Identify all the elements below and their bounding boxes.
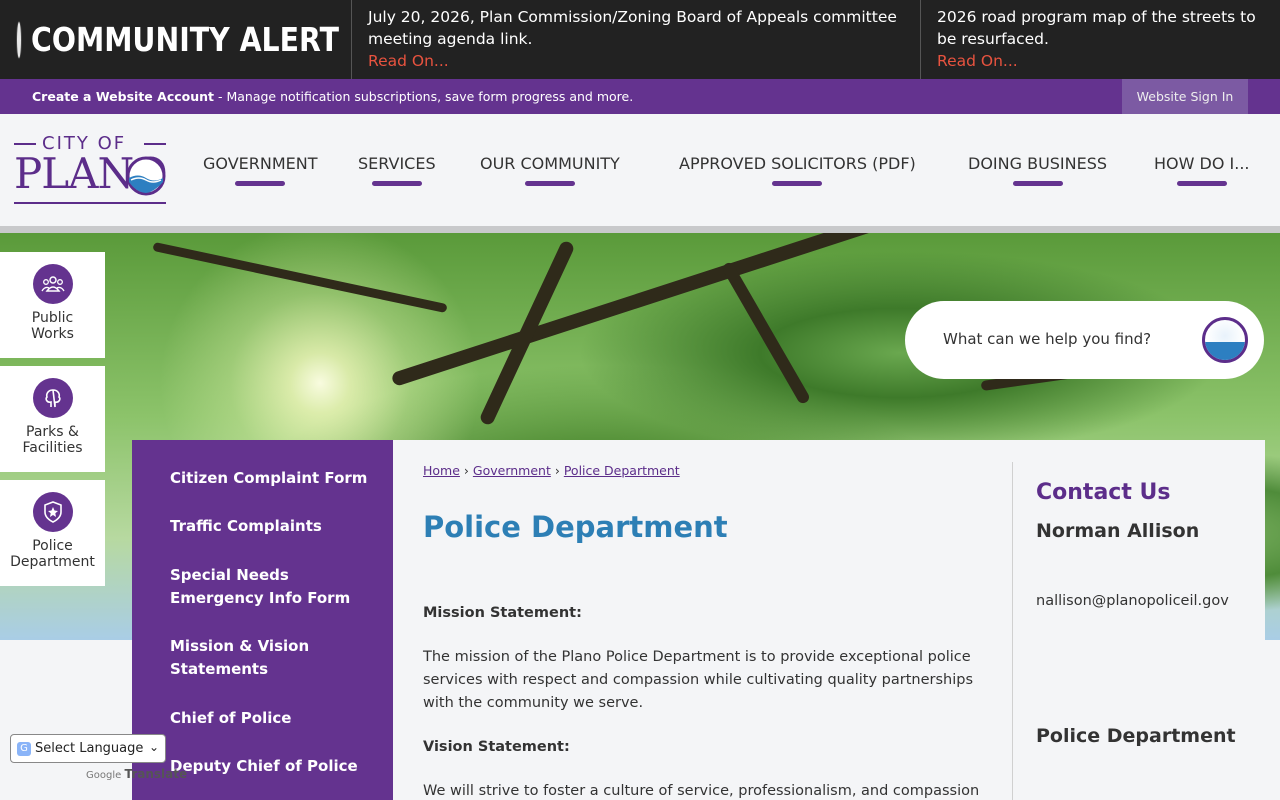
chevron-down-icon: ⌄ <box>148 740 159 754</box>
alert-light-icon <box>17 21 21 58</box>
nav-approved-solicitors[interactable]: APPROVED SOLICITORS (PDF) <box>679 154 916 186</box>
tree-branch <box>390 233 890 388</box>
alert-item-text: 2026 road program map of the streets to … <box>937 8 1256 48</box>
translate-link[interactable]: Translate <box>124 767 187 781</box>
header-divider <box>0 226 1280 233</box>
nav-label: SERVICES <box>358 154 436 173</box>
site-search: What can we help you find? <box>905 301 1264 379</box>
alert-item[interactable]: 2026 road program map of the streets to … <box>921 0 1280 79</box>
nav-services[interactable]: SERVICES <box>358 154 436 186</box>
account-description: - Manage notification subscriptions, sav… <box>214 89 634 104</box>
people-icon <box>32 264 73 304</box>
tree-branch <box>152 241 448 314</box>
badge-icon <box>32 492 73 532</box>
nav-government[interactable]: GOVERNMENT <box>203 154 318 186</box>
contact-name: Norman Allison <box>1036 520 1200 542</box>
quick-link-public-works[interactable]: Public Works <box>0 252 105 358</box>
breadcrumb: Home › Government › Police Department <box>423 463 680 478</box>
sidenav-item-traffic-complaints[interactable]: Traffic Complaints <box>170 515 322 538</box>
quick-link-parks-facilities[interactable]: Parks & Facilities <box>0 366 105 472</box>
logo-underline <box>14 202 166 204</box>
nav-label: APPROVED SOLICITORS (PDF) <box>679 154 916 173</box>
breadcrumb-government[interactable]: Government <box>473 463 551 478</box>
nav-underline <box>524 181 575 186</box>
alert-title-text: COMMUNITY ALERT <box>31 20 339 59</box>
logo-line <box>144 143 166 145</box>
read-on-link[interactable]: Read On... <box>368 50 904 72</box>
sidenav-item-citizen-complaint[interactable]: Citizen Complaint Form <box>170 467 367 490</box>
search-input[interactable]: What can we help you find? <box>943 330 1151 348</box>
nav-doing-business[interactable]: DOING BUSINESS <box>968 154 1107 186</box>
sidenav-item-chief-of-police[interactable]: Chief of Police <box>170 707 291 730</box>
nav-label: DOING BUSINESS <box>968 154 1108 173</box>
page-body: Mission Statement: The mission of the Pl… <box>423 602 983 800</box>
alert-title: COMMUNITY ALERT <box>0 0 352 79</box>
nav-label: HOW DO I... <box>1154 154 1250 173</box>
breadcrumb-home[interactable]: Home <box>423 463 460 478</box>
account-bar: Create a Website Account - Manage notifi… <box>0 79 1280 114</box>
contact-email-link[interactable]: nallison@planopoliceil.gov <box>1036 593 1229 609</box>
breadcrumb-current[interactable]: Police Department <box>564 463 680 478</box>
contact-us-heading: Contact Us <box>1036 480 1171 505</box>
website-sign-in-button[interactable]: Website Sign In <box>1122 79 1248 114</box>
tree-branch <box>720 260 812 406</box>
contact-department: Police Department <box>1036 725 1236 747</box>
nav-label: GOVERNMENT <box>203 154 318 173</box>
nav-how-do-i[interactable]: HOW DO I... <box>1154 154 1250 186</box>
site-header: CITY OF PLANO GOVERNMENT SERVICES OUR CO… <box>0 114 1280 226</box>
page-title: Police Department <box>423 510 728 544</box>
search-button-icon[interactable] <box>1202 317 1248 363</box>
nav-underline <box>1176 181 1227 186</box>
nav-label: OUR COMMUNITY <box>480 154 620 173</box>
quick-link-label: Parks & Facilities <box>22 424 83 456</box>
community-alert-bar: COMMUNITY ALERT July 20, 2026, Plan Comm… <box>0 0 1280 79</box>
create-account-link[interactable]: Create a Website Account <box>32 89 214 104</box>
vision-text: We will strive to foster a culture of se… <box>423 783 980 799</box>
language-select[interactable]: G Select Language ⌄ <box>10 734 166 763</box>
read-on-link[interactable]: Read On... <box>937 50 1264 72</box>
nav-our-community[interactable]: OUR COMMUNITY <box>480 154 620 186</box>
logo-line <box>14 143 36 145</box>
quick-link-label: Public Works <box>31 310 74 342</box>
sidenav-item-special-needs[interactable]: Special Needs Emergency Info Form <box>170 564 350 610</box>
vision-heading: Vision Statement: <box>423 739 570 755</box>
google-translate-icon: G <box>17 741 31 756</box>
nav-underline <box>772 181 823 186</box>
main-content: Home › Government › Police Department Po… <box>393 440 1265 800</box>
powered-by-google: Google Translate <box>86 767 187 781</box>
sidenav-item-deputy-chief[interactable]: Deputy Chief of Police <box>170 755 358 778</box>
mission-heading: Mission Statement: <box>423 605 582 621</box>
tree-icon <box>32 378 73 418</box>
section-side-nav: Citizen Complaint Form Traffic Complaint… <box>132 440 393 800</box>
google-label: Google <box>86 770 122 781</box>
nav-underline <box>1012 181 1063 186</box>
nav-underline <box>371 181 422 186</box>
quick-link-label: Police Department <box>10 538 95 570</box>
alert-item-text: July 20, 2026, Plan Commission/Zoning Bo… <box>368 8 897 48</box>
language-select-label: Select Language <box>35 741 144 756</box>
alert-item[interactable]: July 20, 2026, Plan Commission/Zoning Bo… <box>352 0 921 79</box>
sidenav-item-mission-vision[interactable]: Mission & Vision Statements <box>170 635 309 681</box>
content-divider <box>1012 462 1013 800</box>
main-nav: GOVERNMENT SERVICES OUR COMMUNITY APPROV… <box>0 154 1280 194</box>
nav-underline <box>235 181 286 186</box>
quick-link-police-department[interactable]: Police Department <box>0 480 105 586</box>
account-bar-text: Create a Website Account - Manage notifi… <box>0 89 633 104</box>
mission-text: The mission of the Plano Police Departme… <box>423 649 974 711</box>
